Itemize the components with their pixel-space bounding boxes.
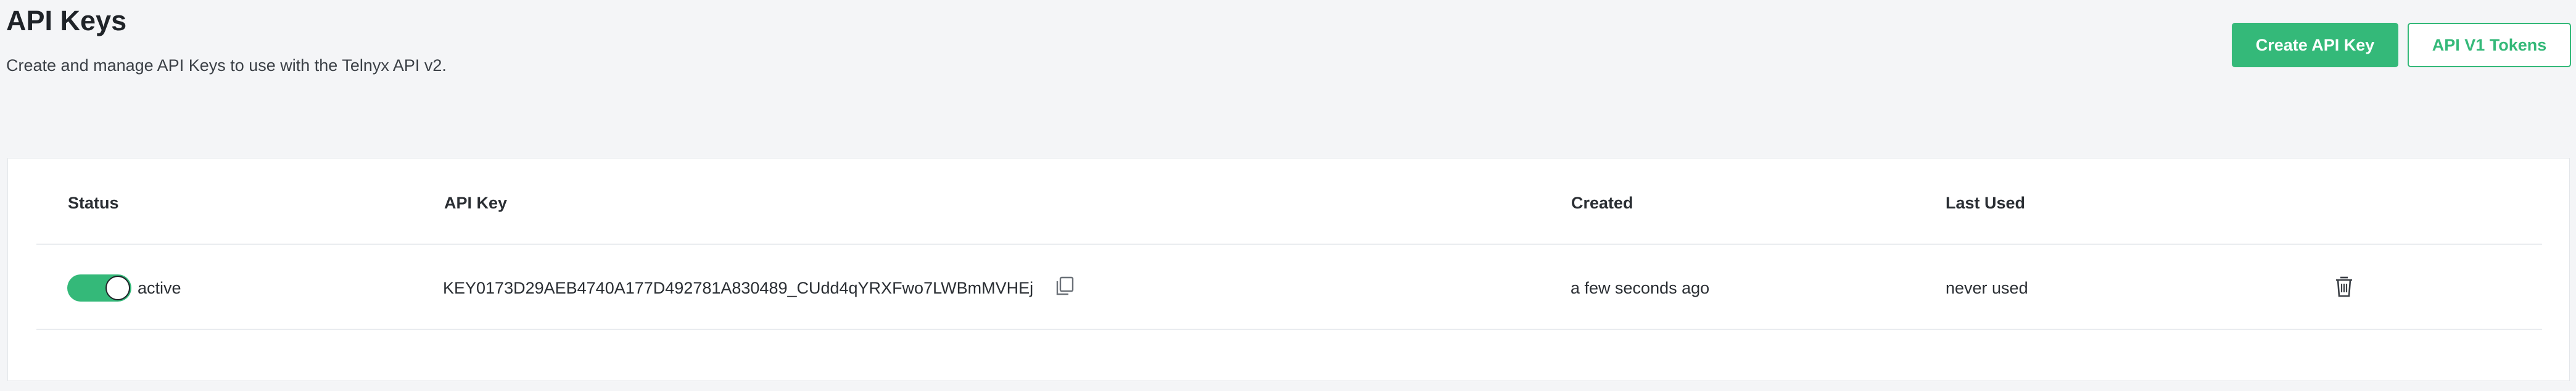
status-label: active bbox=[138, 279, 181, 297]
page-title: API Keys bbox=[6, 5, 127, 36]
api-key-value: KEY0173D29AEB4740A177D492781A830489_CUdd… bbox=[443, 279, 1034, 297]
header-divider bbox=[36, 244, 2542, 245]
row-divider bbox=[36, 329, 2542, 330]
status-toggle[interactable] bbox=[67, 274, 131, 302]
api-v1-tokens-button[interactable]: API V1 Tokens bbox=[2408, 23, 2571, 67]
copy-icon[interactable] bbox=[1054, 276, 1075, 297]
created-value: a few seconds ago bbox=[1571, 279, 1710, 297]
api-keys-table: Status API Key Created Last Used active … bbox=[7, 158, 2570, 381]
create-api-key-button[interactable]: Create API Key bbox=[2232, 23, 2398, 67]
column-header-status: Status bbox=[68, 194, 119, 212]
toggle-knob bbox=[105, 276, 130, 300]
trash-icon[interactable] bbox=[2334, 274, 2355, 298]
column-header-api-key: API Key bbox=[444, 194, 508, 212]
page-subtitle: Create and manage API Keys to use with t… bbox=[6, 56, 447, 75]
column-header-created: Created bbox=[1571, 194, 1633, 212]
last-used-value: never used bbox=[1946, 279, 2028, 297]
column-header-last-used: Last Used bbox=[1946, 194, 2026, 212]
